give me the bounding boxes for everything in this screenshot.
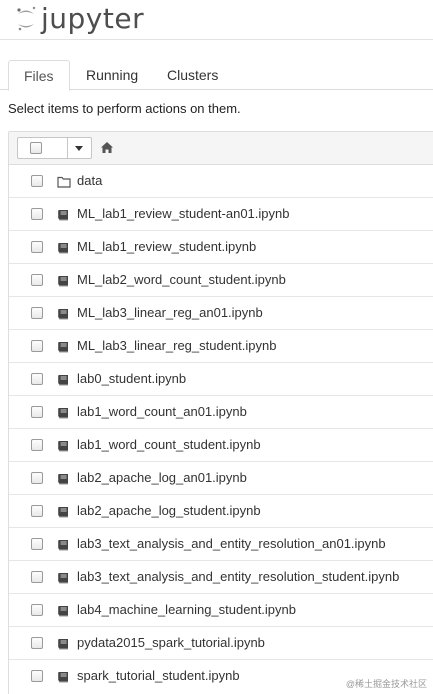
tab-files[interactable]: Files	[8, 60, 70, 91]
file-link[interactable]: lab0_student.ipynb	[77, 371, 186, 386]
list-item: ML_lab1_review_student.ipynb	[9, 231, 433, 264]
notebook-icon	[57, 604, 69, 622]
notebook-icon	[57, 538, 69, 556]
notebook-icon	[57, 373, 69, 391]
select-all-control	[17, 137, 92, 159]
file-link[interactable]: ML_lab2_word_count_student.ipynb	[77, 272, 286, 287]
list-item: lab1_word_count_an01.ipynb	[9, 396, 433, 429]
list-item: lab4_machine_learning_student.ipynb	[9, 594, 433, 627]
list-item: lab3_text_analysis_and_entity_resolution…	[9, 561, 433, 594]
list-item: lab2_apache_log_student.ipynb	[9, 495, 433, 528]
list-item: ML_lab3_linear_reg_student.ipynb	[9, 330, 433, 363]
row-checkbox[interactable]	[31, 373, 43, 385]
select-all-button[interactable]	[18, 138, 68, 158]
checkbox-icon[interactable]	[30, 142, 42, 154]
notebook-icon	[57, 241, 69, 259]
row-checkbox[interactable]	[31, 307, 43, 319]
folder-icon	[57, 175, 71, 193]
row-checkbox[interactable]	[31, 571, 43, 583]
list-item: ML_lab1_review_student-an01.ipynb	[9, 198, 433, 231]
notebook-icon	[57, 439, 69, 457]
notebook-icon	[57, 307, 69, 325]
notebook-icon	[57, 670, 69, 688]
row-checkbox[interactable]	[31, 439, 43, 451]
list-item: lab2_apache_log_an01.ipynb	[9, 462, 433, 495]
notebook-icon	[57, 406, 69, 424]
file-link[interactable]: lab1_word_count_student.ipynb	[77, 437, 261, 452]
file-link[interactable]: pydata2015_spark_tutorial.ipynb	[77, 635, 265, 650]
row-checkbox[interactable]	[31, 637, 43, 649]
list-item: pydata2015_spark_tutorial.ipynb	[9, 627, 433, 660]
jupyter-logo[interactable]: jupyter	[15, 2, 144, 36]
file-link[interactable]: ML_lab3_linear_reg_student.ipynb	[77, 338, 276, 353]
list-item: ML_lab2_word_count_student.ipynb	[9, 264, 433, 297]
file-link[interactable]: lab4_machine_learning_student.ipynb	[77, 602, 296, 617]
watermark: @稀土掘金技术社区	[345, 679, 427, 689]
tab-bar: Files Running Clusters	[0, 60, 433, 91]
row-checkbox[interactable]	[31, 241, 43, 253]
notebook-icon	[57, 571, 69, 589]
notebook-icon	[57, 340, 69, 358]
list-item: ML_lab3_linear_reg_an01.ipynb	[9, 297, 433, 330]
caret-down-icon	[75, 146, 83, 151]
row-checkbox[interactable]	[31, 208, 43, 220]
notebook-icon	[57, 472, 69, 490]
header: jupyter	[0, 0, 433, 40]
jupyter-logo-icon	[15, 2, 37, 36]
file-link[interactable]: spark_tutorial_student.ipynb	[77, 668, 240, 683]
notebook-icon	[57, 208, 69, 226]
file-list: data ML_lab1_review_student-an01.ipynb ML_…	[8, 131, 433, 694]
row-checkbox[interactable]	[31, 505, 43, 517]
file-link[interactable]: ML_lab1_review_student.ipynb	[77, 239, 256, 254]
file-link[interactable]: lab1_word_count_an01.ipynb	[77, 404, 247, 419]
file-link[interactable]: lab2_apache_log_an01.ipynb	[77, 470, 247, 485]
file-rows: data ML_lab1_review_student-an01.ipynb ML_…	[9, 165, 433, 693]
list-item: lab1_word_count_student.ipynb	[9, 429, 433, 462]
row-checkbox[interactable]	[31, 670, 43, 682]
row-checkbox[interactable]	[31, 604, 43, 616]
list-item: data	[9, 165, 433, 198]
file-link[interactable]: lab2_apache_log_student.ipynb	[77, 503, 261, 518]
row-checkbox[interactable]	[31, 406, 43, 418]
notebook-icon	[57, 637, 69, 655]
row-checkbox[interactable]	[31, 340, 43, 352]
list-item: lab0_student.ipynb	[9, 363, 433, 396]
file-list-toolbar	[9, 132, 433, 165]
selection-hint: Select items to perform actions on them.	[8, 101, 241, 116]
brand-name: jupyter	[41, 2, 145, 35]
home-icon[interactable]	[101, 140, 113, 158]
tab-running[interactable]: Running	[71, 60, 153, 91]
notebook-icon	[57, 274, 69, 292]
notebook-icon	[57, 505, 69, 523]
file-link[interactable]: lab3_text_analysis_and_entity_resolution…	[77, 569, 399, 584]
row-checkbox[interactable]	[31, 472, 43, 484]
file-link[interactable]: lab3_text_analysis_and_entity_resolution…	[77, 536, 386, 551]
list-item: lab3_text_analysis_and_entity_resolution…	[9, 528, 433, 561]
file-link[interactable]: data	[77, 173, 102, 188]
tab-clusters[interactable]: Clusters	[152, 60, 233, 91]
file-link[interactable]: ML_lab3_linear_reg_an01.ipynb	[77, 305, 263, 320]
select-dropdown-button[interactable]	[68, 138, 91, 158]
row-checkbox[interactable]	[31, 274, 43, 286]
row-checkbox[interactable]	[31, 538, 43, 550]
row-checkbox[interactable]	[31, 175, 43, 187]
file-link[interactable]: ML_lab1_review_student-an01.ipynb	[77, 206, 289, 221]
